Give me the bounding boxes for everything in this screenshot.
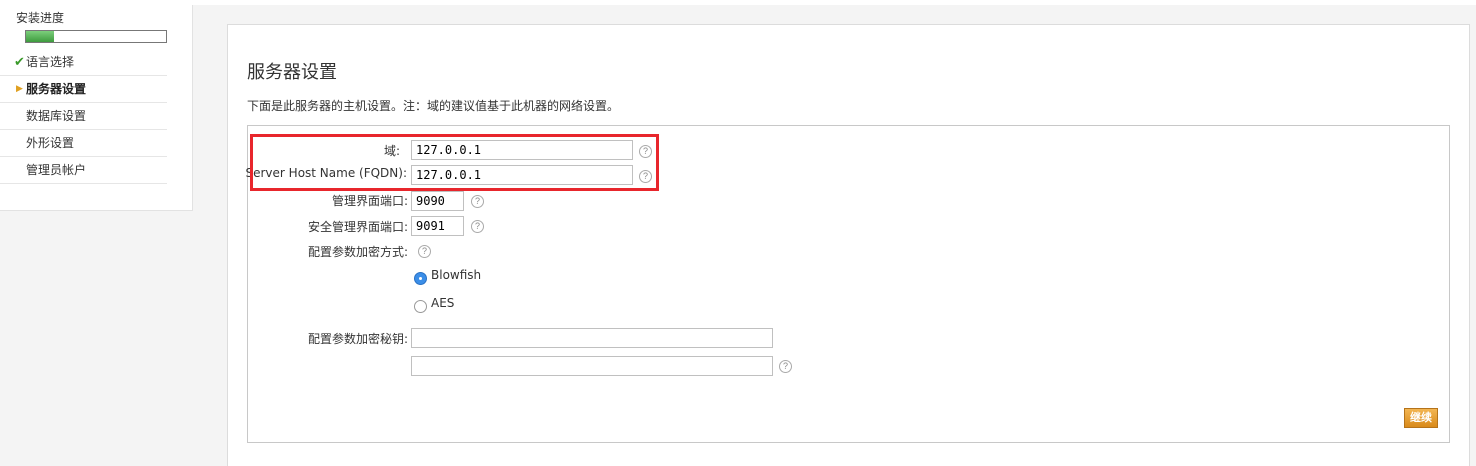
encryption-key-label: 配置参数加密秘钥: [307,332,408,346]
nav-item-label: 数据库设置 [26,109,87,123]
install-progress-bar [25,30,167,43]
encryption-key-input[interactable] [411,328,773,348]
admin-port-input[interactable] [411,191,464,211]
secure-admin-port-input[interactable] [411,216,464,236]
aes-radio[interactable] [414,300,427,313]
nav-item-label: 管理员帐户 [26,163,87,177]
check-icon: ✔ [14,55,25,70]
nav-item-label: 外形设置 [26,136,75,150]
nav-item-label: 服务器设置 [26,82,87,96]
blowfish-radio[interactable] [414,272,427,285]
blowfish-radio-label: Blowfish [431,268,482,282]
nav-item-appearance-settings[interactable]: 外形设置 [0,130,167,157]
install-progress-sidebar: 安装进度 ✔ 语言选择 ▶ 服务器设置 数据库设置 外形设置 管理员帐户 [0,0,193,211]
progress-fill [26,31,54,42]
nav-item-database-settings[interactable]: 数据库设置 [0,103,167,130]
nav-item-language[interactable]: ✔ 语言选择 [0,49,167,76]
nav-item-admin-account[interactable]: 管理员帐户 [0,157,167,184]
arrow-right-icon: ▶ [16,84,23,94]
highlight-annotation [250,134,659,191]
install-steps-nav: ✔ 语言选择 ▶ 服务器设置 数据库设置 外形设置 管理员帐户 [0,49,193,184]
admin-port-label: 管理界面端口: [331,194,408,208]
sidebar-title: 安装进度 [16,11,65,25]
help-icon[interactable]: ? [471,220,484,233]
nav-item-label: 语言选择 [26,55,75,69]
encryption-key-confirm-input[interactable] [411,356,773,376]
main-top-strip [190,0,1476,5]
encryption-method-label: 配置参数加密方式: [307,245,408,259]
continue-button[interactable]: 继续 [1404,408,1438,428]
help-icon[interactable]: ? [779,360,792,373]
help-icon[interactable]: ? [471,195,484,208]
page-description: 下面是此服务器的主机设置。注：域的建议值基于此机器的网络设置。 [247,99,620,113]
help-icon[interactable]: ? [418,245,431,258]
aes-radio-label: AES [431,296,455,310]
nav-item-server-settings[interactable]: ▶ 服务器设置 [0,76,167,103]
page-title: 服务器设置 [247,62,337,83]
secure-admin-port-label: 安全管理界面端口: [307,220,408,234]
